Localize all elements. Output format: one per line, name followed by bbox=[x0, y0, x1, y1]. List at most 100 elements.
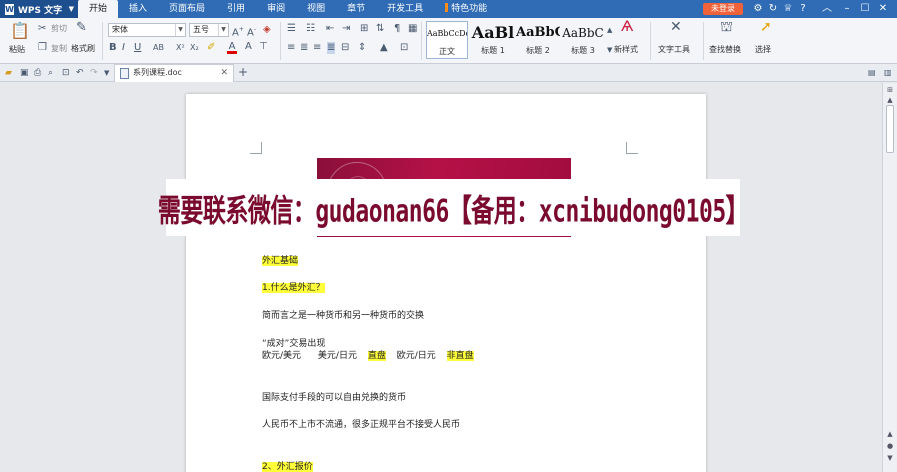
italic-icon[interactable]: I bbox=[122, 42, 125, 54]
format-painter-icon[interactable]: ✎ bbox=[76, 21, 87, 34]
tab-page-layout[interactable]: 页面布局 bbox=[158, 0, 216, 18]
new-tab-button[interactable]: + bbox=[238, 66, 248, 78]
show-marks-icon[interactable]: ¶ bbox=[394, 23, 400, 35]
bullet-list-icon[interactable]: ☰ bbox=[287, 23, 296, 35]
previous-page-icon[interactable]: ▲ bbox=[885, 429, 895, 439]
gallery-scroll-up-icon[interactable]: ▲ bbox=[607, 24, 612, 36]
quick-access-dropdown-icon[interactable]: ▼ bbox=[104, 67, 109, 79]
sort-icon[interactable]: ⇅ bbox=[376, 23, 384, 35]
superscript-icon[interactable]: X² bbox=[176, 42, 185, 54]
shrink-font-icon[interactable]: A- bbox=[247, 24, 256, 39]
help-icon[interactable]: ? bbox=[796, 2, 810, 16]
shading-icon[interactable]: ▲ bbox=[380, 42, 388, 54]
ruler-toggle-icon[interactable]: ⊞ bbox=[885, 85, 895, 95]
close-icon[interactable]: ✕ bbox=[876, 2, 890, 16]
pair-text: 欧元/日元 bbox=[396, 351, 436, 361]
tab-review[interactable]: 审阅 bbox=[256, 0, 296, 18]
table-icon[interactable]: ▦ bbox=[408, 23, 417, 35]
ribbon-divider bbox=[650, 22, 651, 60]
next-page-icon[interactable]: ▼ bbox=[885, 453, 895, 463]
scrollbar-thumb[interactable] bbox=[886, 105, 894, 153]
justify-icon[interactable]: ≣ bbox=[327, 42, 336, 54]
close-tab-icon[interactable]: ✕ bbox=[220, 65, 228, 81]
new-style-button[interactable]: 新样式 bbox=[614, 44, 638, 55]
tab-home[interactable]: 开始 bbox=[78, 0, 119, 18]
clear-format-icon[interactable]: ◈ bbox=[263, 24, 271, 36]
bold-icon[interactable]: B bbox=[109, 42, 117, 54]
chinese-layout-icon[interactable]: ⊞ bbox=[360, 23, 368, 35]
select-button[interactable]: 选择 bbox=[755, 44, 771, 55]
copy-icon[interactable]: ❐ bbox=[38, 42, 47, 54]
redo-icon[interactable]: ↷ bbox=[90, 67, 98, 79]
gallery-scroll-down-icon[interactable]: ▼ bbox=[607, 44, 612, 56]
format-painter-button[interactable]: 格式刷 bbox=[71, 43, 95, 54]
select-cursor-icon[interactable]: ➚ bbox=[760, 20, 772, 34]
char-border-icon[interactable]: ⊤ bbox=[259, 41, 268, 53]
paste-icon[interactable]: 📋 bbox=[10, 22, 30, 40]
select-browse-object-icon[interactable]: ● bbox=[885, 441, 895, 451]
highlighter-icon[interactable]: ✐ bbox=[207, 42, 215, 54]
doc-line: 1.什么是外汇？ bbox=[262, 280, 325, 293]
strikethrough-icon[interactable]: AB bbox=[153, 42, 164, 54]
increase-indent-icon[interactable]: ⇥ bbox=[342, 23, 350, 35]
font-name-select[interactable]: 宋体 ▼ bbox=[108, 23, 186, 37]
style-heading-1[interactable]: AaBl 标题 1 bbox=[471, 21, 515, 59]
subscript-icon[interactable]: X₂ bbox=[190, 42, 199, 54]
style-heading-2[interactable]: AaBbC 标题 2 bbox=[516, 21, 560, 59]
numbered-list-icon[interactable]: ☷ bbox=[306, 23, 315, 35]
tab-developer[interactable]: 开发工具 bbox=[376, 0, 434, 18]
underline-icon[interactable]: U bbox=[134, 42, 141, 54]
app-menu-button[interactable]: W WPS 文字 ▼ bbox=[0, 0, 78, 18]
line-spacing-icon[interactable]: ⇕ bbox=[358, 42, 366, 54]
paste-button[interactable]: 粘贴 bbox=[9, 44, 25, 55]
collapse-ribbon-icon[interactable]: ︿ bbox=[820, 2, 834, 16]
print-preview-icon[interactable]: ⌕ bbox=[48, 67, 53, 79]
style-heading-3[interactable]: AaBbC 标题 3 bbox=[561, 21, 605, 59]
undo-icon[interactable]: ↶ bbox=[76, 67, 84, 79]
open-folder-icon[interactable]: ▰ bbox=[5, 67, 12, 79]
style-sample: AaBbCcDd bbox=[427, 29, 467, 38]
tab-layout-icon[interactable]: ▥ bbox=[884, 67, 892, 79]
align-right-icon[interactable]: ≡ bbox=[313, 42, 321, 54]
settings-icon[interactable]: ⚙ bbox=[751, 2, 765, 16]
new-style-icon[interactable]: Ѧ bbox=[621, 20, 633, 34]
save-icon[interactable]: ▣ bbox=[20, 67, 29, 79]
refresh-icon[interactable]: ↻ bbox=[766, 2, 780, 16]
print-icon[interactable]: ⎙ bbox=[34, 67, 41, 79]
tab-sections[interactable]: 章节 bbox=[336, 0, 376, 18]
document-workspace: 外汇基础 1.什么是外汇？ 简而言之是一种货币和另一种货币的交换 “成对”交易出… bbox=[0, 83, 882, 472]
align-center-icon[interactable]: ≣ bbox=[300, 42, 308, 54]
distribute-icon[interactable]: ⊟ bbox=[341, 42, 349, 54]
cut-button[interactable]: 剪切 bbox=[51, 23, 67, 34]
font-color-icon[interactable]: A bbox=[227, 41, 237, 54]
pair-label: 非直盘 bbox=[446, 351, 474, 361]
tab-list-icon[interactable]: ▤ bbox=[868, 67, 876, 79]
scroll-up-icon[interactable]: ▲ bbox=[885, 95, 895, 105]
style-normal[interactable]: AaBbCcDd 正文 bbox=[426, 21, 468, 59]
document-page[interactable]: 外汇基础 1.什么是外汇？ 简而言之是一种货币和另一种货币的交换 “成对”交易出… bbox=[186, 94, 706, 472]
maximize-icon[interactable]: ☐ bbox=[858, 2, 872, 16]
tab-references[interactable]: 引用 bbox=[216, 0, 256, 18]
export-pdf-icon[interactable]: ⊡ bbox=[62, 67, 70, 79]
align-left-icon[interactable]: ≡ bbox=[287, 42, 295, 54]
tab-special-features[interactable]: 特色功能 bbox=[434, 0, 498, 18]
text-tools-icon[interactable]: ✕ bbox=[670, 20, 682, 34]
decrease-indent-icon[interactable]: ⇤ bbox=[326, 23, 334, 35]
scissors-icon[interactable]: ✂ bbox=[38, 23, 46, 35]
text-tools-button[interactable]: 文字工具 bbox=[658, 44, 690, 55]
borders-icon[interactable]: ⊡ bbox=[400, 42, 408, 54]
copy-button[interactable]: 复制 bbox=[51, 43, 67, 54]
find-replace-button[interactable]: 查找替换 bbox=[709, 44, 741, 55]
skin-icon[interactable]: ♕ bbox=[781, 2, 795, 16]
grow-font-icon[interactable]: A+ bbox=[232, 24, 244, 39]
minimize-icon[interactable]: – bbox=[840, 2, 854, 16]
char-shading-icon[interactable]: A bbox=[245, 41, 252, 53]
vertical-scrollbar[interactable]: ⊞ ▲ ▲ ● ▼ bbox=[882, 83, 897, 472]
login-button[interactable]: 未登录 bbox=[703, 3, 743, 15]
tab-view[interactable]: 视图 bbox=[296, 0, 336, 18]
font-size-select[interactable]: 五号 ▼ bbox=[189, 23, 229, 37]
find-replace-icon[interactable]: ⛫ bbox=[720, 20, 733, 34]
font-size-value: 五号 bbox=[193, 25, 209, 34]
document-tab[interactable]: 系列课程.doc ✕ bbox=[114, 64, 234, 82]
tab-insert[interactable]: 插入 bbox=[118, 0, 158, 18]
